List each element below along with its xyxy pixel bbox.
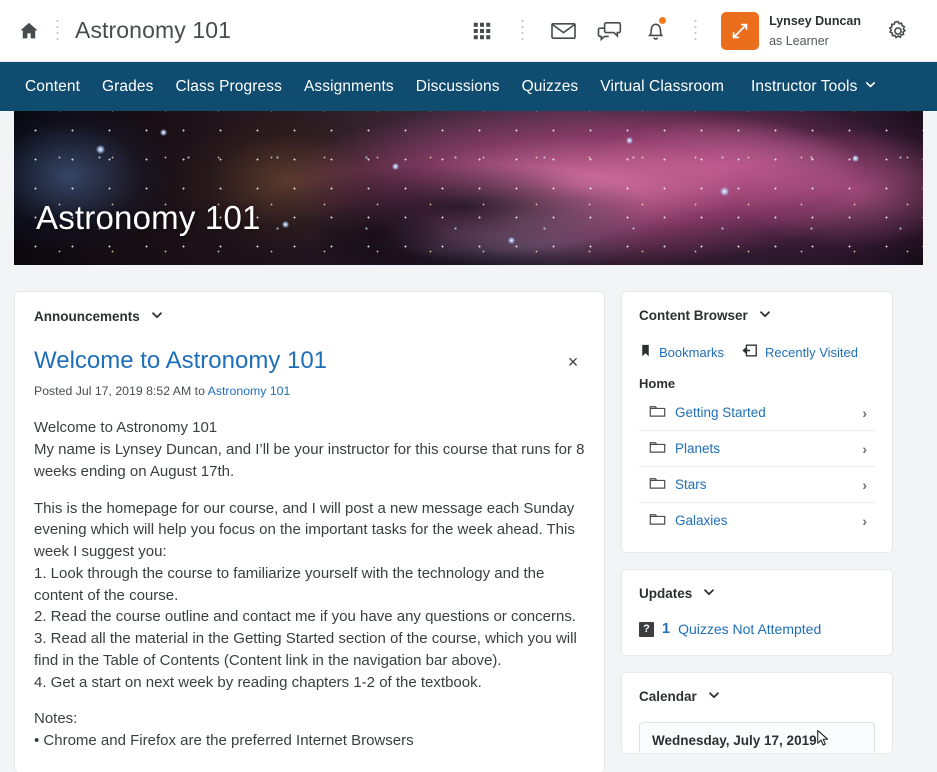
announcement-posted-text: Posted Jul 17, 2019 8:52 AM to [34,384,208,399]
folder-icon [649,476,666,493]
folder-row-galaxies[interactable]: Galaxies › [639,502,875,538]
calendar-panel-header[interactable]: Calendar [639,688,875,705]
grid-menu-icon[interactable] [459,9,505,53]
nebula-image [14,111,923,265]
folder-icon [649,404,666,421]
folder-row-stars[interactable]: Stars › [639,466,875,502]
folder-label: Getting Started [675,405,766,420]
chevron-right-icon[interactable]: › [862,477,873,493]
nav-item-assignments[interactable]: Assignments [293,62,405,111]
content-browser-panel-label: Content Browser [639,308,748,323]
role-switch-icon[interactable] [721,11,760,50]
home-icon[interactable] [18,20,40,42]
bookmarks-link[interactable]: Bookmarks [639,343,724,361]
folder-label: Stars [675,477,707,492]
folder-icon [649,512,666,529]
course-banner: Astronomy 101 [14,111,923,265]
folder-icon [649,440,666,457]
chat-bubbles-icon[interactable] [586,9,632,53]
nav-item-instructor-tools-label: Instructor Tools [751,77,858,95]
user-menu[interactable]: Lynsey Duncan as Learner [769,11,861,50]
announcement-paragraph-1: Welcome to Astronomy 101 My name is Lyns… [34,419,585,480]
folder-label: Planets [675,441,721,456]
content-browser-home-label: Home [639,376,676,391]
recently-visited-label: Recently Visited [765,344,859,360]
announcement-body: Welcome to Astronomy 101 My name is Lyns… [34,417,585,752]
user-name: Lynsey Duncan [769,13,861,28]
content-browser-panel-header[interactable]: Content Browser [639,307,875,324]
announcements-panel-label: Announcements [34,309,140,324]
chevron-right-icon[interactable]: › [862,513,873,529]
chevron-down-icon[interactable] [758,307,772,324]
bookmark-icon [639,343,652,361]
gear-icon[interactable] [875,9,921,53]
chevron-down-icon[interactable] [150,308,164,325]
calendar-card: Calendar Wednesday, July 17, 2019 [621,672,893,754]
course-navbar: Content Grades Class Progress Assignment… [0,62,937,111]
recently-visited-link[interactable]: Recently Visited [742,343,858,361]
announcement-course-link[interactable]: Astronomy 101 [208,384,291,398]
recently-visited-icon [742,343,758,361]
updates-link-label[interactable]: Quizzes Not Attempted [678,621,821,637]
calendar-date: Wednesday, July 17, 2019 [652,733,817,748]
updates-card: Updates ? 1 Quizzes Not Attempted [621,569,893,656]
announcement-paragraph-3: Notes: • Chrome and Firefox are the pref… [34,710,414,750]
chevron-right-icon[interactable]: › [862,441,873,457]
nav-item-quizzes[interactable]: Quizzes [511,62,590,111]
header-divider-2 [521,17,525,44]
calendar-panel-label: Calendar [639,689,697,704]
banner-title: Astronomy 101 [36,199,261,236]
page-title: Astronomy 101 [75,17,231,43]
page-body: Astronomy 101 Announcements Welcome to A… [0,111,937,772]
updates-panel-header[interactable]: Updates [639,585,875,602]
chevron-down-icon[interactable] [707,688,721,705]
mouse-cursor-icon [816,729,830,752]
announcement-meta: Posted Jul 17, 2019 8:52 AM to Astronomy… [34,384,585,398]
nav-item-instructor-tools[interactable]: Instructor Tools [740,62,885,111]
sidebar-column: Content Browser Bookmarks Recently Visit… [621,291,893,754]
announcement-title[interactable]: Welcome to Astronomy 101 [34,347,561,375]
nav-item-content[interactable]: Content [14,62,91,111]
announcements-panel-header[interactable]: Announcements [34,308,585,325]
user-role: as Learner [769,33,829,48]
bookmarks-label: Bookmarks [659,344,725,360]
calendar-day-box[interactable]: Wednesday, July 17, 2019 [639,722,875,753]
header-actions: Lynsey Duncan as Learner [459,9,921,53]
updates-panel-label: Updates [639,586,693,601]
folder-label: Galaxies [675,513,728,528]
notification-badge [658,15,668,25]
chevron-right-icon[interactable]: › [862,405,873,421]
updates-count: 1 [662,621,671,637]
nav-item-class-progress[interactable]: Class Progress [164,62,293,111]
nav-item-virtual-classroom[interactable]: Virtual Classroom [589,62,735,111]
header-divider [56,17,59,44]
close-icon[interactable]: × [561,350,585,374]
announcement-paragraph-2: This is the homepage for our course, and… [34,499,577,691]
folder-row-planets[interactable]: Planets › [639,430,875,466]
bell-icon[interactable] [632,9,678,53]
chevron-down-icon [864,78,877,96]
folder-row-getting-started[interactable]: Getting Started › [639,400,875,430]
nav-item-discussions[interactable]: Discussions [405,62,511,111]
updates-row-quizzes[interactable]: ? 1 Quizzes Not Attempted [639,621,875,637]
content-browser-card: Content Browser Bookmarks Recently Visit… [621,291,893,553]
announcements-card: Announcements Welcome to Astronomy 101 ×… [14,291,605,772]
main-column: Announcements Welcome to Astronomy 101 ×… [14,291,605,772]
chevron-down-icon[interactable] [702,585,716,602]
nav-item-grades[interactable]: Grades [91,62,164,111]
envelope-icon[interactable] [540,9,586,53]
header-divider-3 [694,17,698,44]
top-header: Astronomy 101 Lynsey Duncan as Learner [0,0,937,62]
quiz-icon: ? [639,621,654,637]
content-browser-folder-list: Getting Started › Planets › Stars › Gala… [639,400,875,538]
